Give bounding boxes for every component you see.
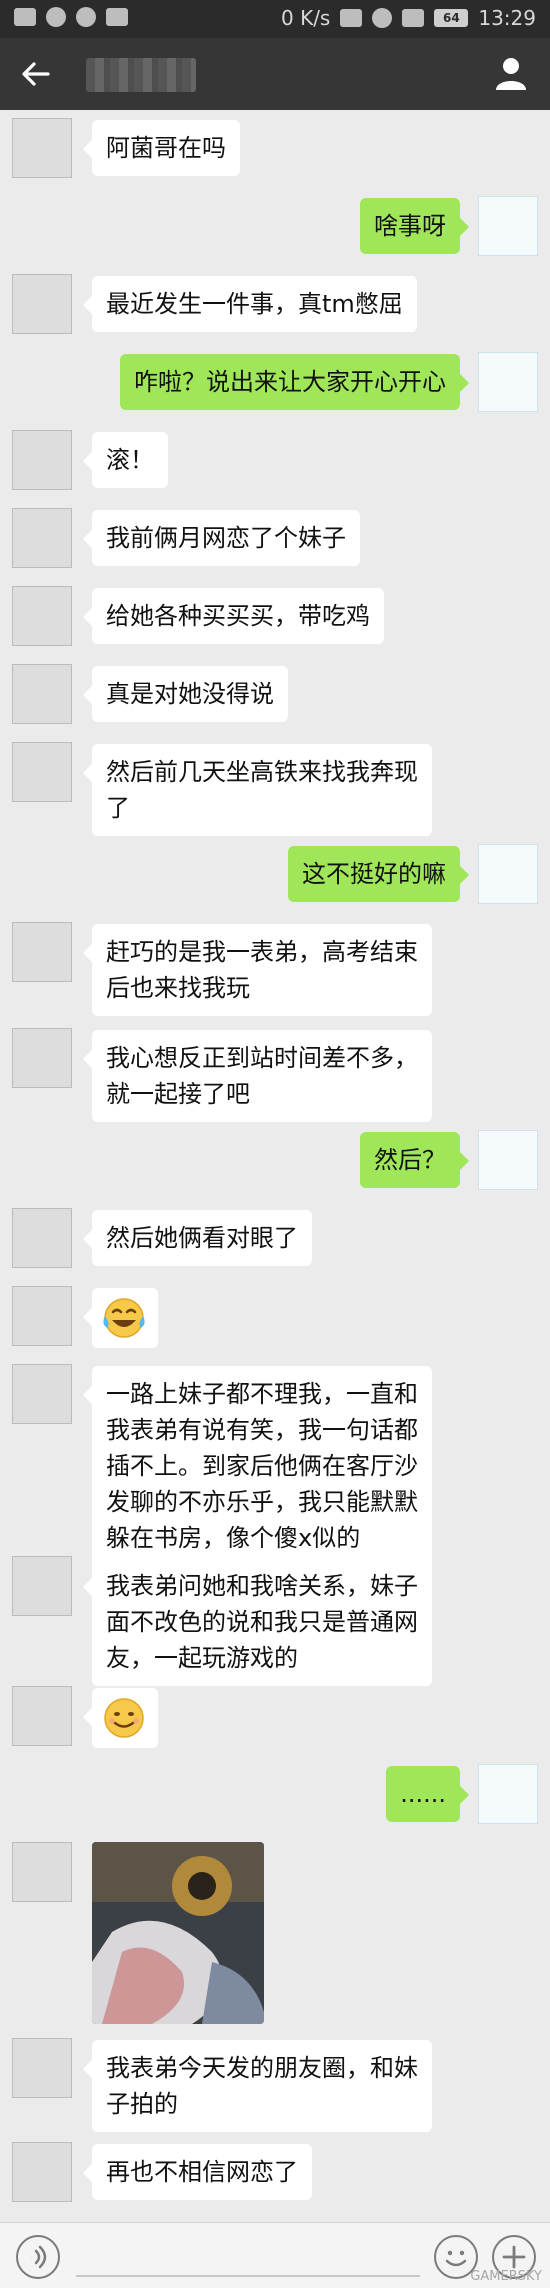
message-bubble[interactable]: 给她各种买买买，带吃鸡: [83, 588, 384, 644]
watermark: GAMERSKY: [470, 2269, 542, 2284]
voice-input-button[interactable]: [16, 2235, 60, 2279]
message-bubble[interactable]: 我前俩月网恋了个妹子: [83, 510, 360, 566]
notification-icon: [14, 8, 36, 26]
message-incoming: [0, 1842, 550, 2028]
avatar-incoming[interactable]: [12, 1286, 72, 1346]
message-outgoing: ......: [0, 1764, 550, 1828]
avatar-incoming[interactable]: [12, 1364, 72, 1424]
chat-title-bar: [0, 38, 550, 110]
laugh-cry-emoji-icon: [103, 1298, 145, 1338]
avatar-incoming[interactable]: [12, 1208, 72, 1268]
avatar-outgoing[interactable]: [478, 1130, 538, 1190]
smile-emoji-icon: [104, 1698, 144, 1738]
avatar-incoming[interactable]: [12, 586, 72, 646]
message-bubble[interactable]: 真是对她没得说: [83, 666, 288, 722]
arrow-left-icon[interactable]: [18, 56, 54, 92]
message-incoming: 我前俩月网恋了个妹子: [0, 508, 550, 572]
message-bubble[interactable]: 咋啦？说出来让大家开心开心: [120, 354, 469, 410]
avatar-incoming[interactable]: [12, 664, 72, 724]
message-incoming: 赶巧的是我一表弟，高考结束 后也来找我玩: [0, 922, 550, 1018]
message-incoming: 再也不相信网恋了: [0, 2142, 550, 2206]
avatar-incoming[interactable]: [12, 1686, 72, 1746]
message-bubble[interactable]: [83, 1688, 158, 1748]
battery-level: 64: [443, 11, 460, 25]
message-incoming: 阿菌哥在吗: [0, 118, 550, 182]
signal-icon: [402, 9, 425, 27]
avatar-outgoing[interactable]: [478, 844, 538, 904]
message-bubble[interactable]: ......: [386, 1766, 469, 1822]
message-bubble[interactable]: [83, 1288, 158, 1348]
message-bubble[interactable]: 这不挺好的嘛: [288, 846, 469, 902]
message-incoming: 我表弟今天发的朋友圈，和妹 子拍的: [0, 2038, 550, 2134]
message-bubble[interactable]: 我表弟问她和我啥关系，妹子 面不改色的说和我只是普通网 友，一起玩游戏的: [83, 1558, 432, 1686]
contact-name-redacted: [86, 58, 196, 92]
message-input[interactable]: [76, 2275, 420, 2277]
chat-notification-icon: [46, 7, 66, 27]
message-incoming: 然后她俩看对眼了: [0, 1208, 550, 1272]
message-outgoing: 然后？: [0, 1130, 550, 1194]
status-bar: 0 K/s 64 13:29: [0, 0, 550, 38]
person-icon[interactable]: [492, 54, 530, 92]
message-incoming: 然后前几天坐高铁来找我奔现了: [0, 742, 550, 838]
wifi-icon: [372, 8, 393, 28]
avatar-incoming[interactable]: [12, 430, 72, 490]
chat-input-bar: GAMERSKY: [0, 2222, 550, 2288]
avatar-outgoing[interactable]: [478, 196, 538, 256]
message-incoming: 真是对她没得说: [0, 664, 550, 728]
avatar-outgoing[interactable]: [478, 1764, 538, 1824]
message-bubble[interactable]: 滚！: [83, 432, 168, 488]
message-bubble[interactable]: 阿菌哥在吗: [83, 120, 240, 176]
message-incoming: 滚！: [0, 430, 550, 494]
message-outgoing: 咋啦？说出来让大家开心开心: [0, 352, 550, 416]
photo-thumbnail[interactable]: [92, 1842, 264, 2024]
message-incoming: 我表弟问她和我啥关系，妹子 面不改色的说和我只是普通网 友，一起玩游戏的: [0, 1556, 550, 1686]
avatar-incoming[interactable]: [12, 742, 72, 802]
message-bubble[interactable]: 我表弟今天发的朋友圈，和妹 子拍的: [83, 2040, 432, 2132]
battery-icon: 64: [434, 9, 469, 27]
message-bubble[interactable]: 我心想反正到站时间差不多， 就一起接了吧: [83, 1030, 432, 1122]
avatar-incoming[interactable]: [12, 2142, 72, 2202]
translate-notification-icon: [106, 8, 128, 26]
message-bubble[interactable]: 啥事呀: [360, 198, 469, 254]
message-incoming: [0, 1286, 550, 1350]
message-incoming: [0, 1686, 550, 1750]
message-bubble[interactable]: 然后？: [360, 1132, 469, 1188]
message-incoming: 我心想反正到站时间差不多， 就一起接了吧: [0, 1028, 550, 1124]
cast-icon: [340, 9, 363, 27]
avatar-incoming[interactable]: [12, 508, 72, 568]
avatar-incoming[interactable]: [12, 2038, 72, 2098]
photo-image: [92, 1842, 264, 2024]
voice-icon: [30, 2245, 47, 2269]
message-bubble[interactable]: 一路上妹子都不理我，一直和 我表弟有说有笑，我一句话都 插不上。到家后他俩在客厅…: [83, 1366, 432, 1566]
network-speed: 0 K/s: [281, 6, 331, 30]
avatar-outgoing[interactable]: [478, 352, 538, 412]
message-outgoing: 啥事呀: [0, 196, 550, 260]
message-bubble[interactable]: 再也不相信网恋了: [83, 2144, 312, 2200]
message-bubble[interactable]: 然后前几天坐高铁来找我奔现了: [83, 744, 432, 836]
avatar-incoming[interactable]: [12, 1842, 72, 1902]
avatar-incoming[interactable]: [12, 1556, 72, 1616]
message-incoming: 给她各种买买买，带吃鸡: [0, 586, 550, 650]
avatar-incoming[interactable]: [12, 118, 72, 178]
message-bubble[interactable]: 赶巧的是我一表弟，高考结束 后也来找我玩: [83, 924, 432, 1016]
message-bubble[interactable]: 最近发生一件事，真tm憋屈: [83, 276, 417, 332]
message-notification-icon: [76, 7, 96, 27]
message-incoming: 最近发生一件事，真tm憋屈: [0, 274, 550, 338]
avatar-incoming[interactable]: [12, 1028, 72, 1088]
clock: 13:29: [478, 6, 536, 30]
avatar-incoming[interactable]: [12, 922, 72, 982]
avatar-incoming[interactable]: [12, 274, 72, 334]
message-outgoing: 这不挺好的嘛: [0, 844, 550, 908]
message-bubble[interactable]: 然后她俩看对眼了: [83, 1210, 312, 1266]
message-incoming: 一路上妹子都不理我，一直和 我表弟有说有笑，我一句话都 插不上。到家后他俩在客厅…: [0, 1364, 550, 1566]
